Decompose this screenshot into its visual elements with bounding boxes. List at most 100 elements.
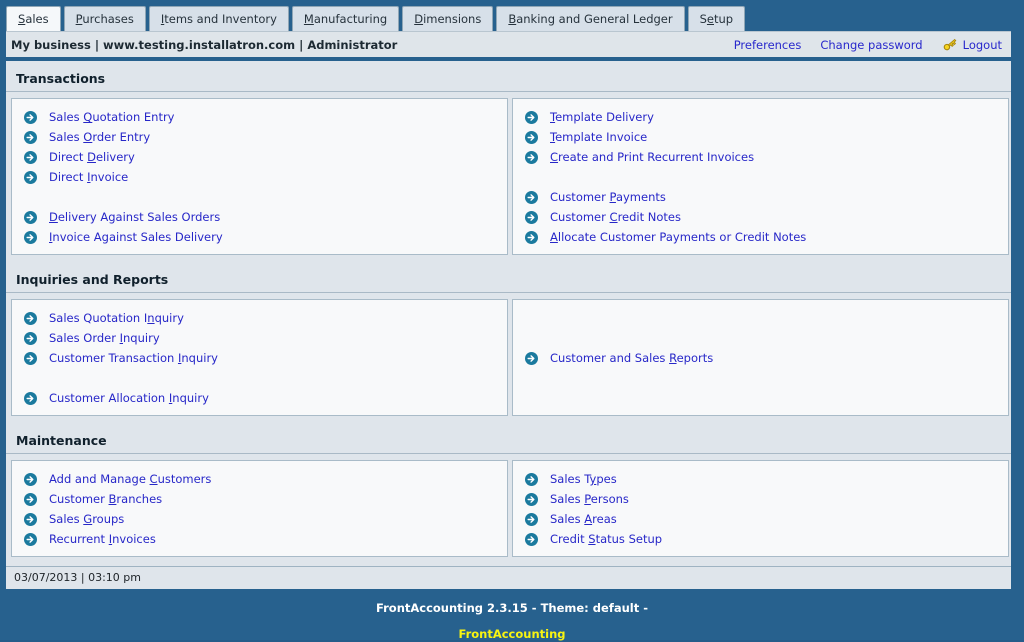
- customer-allocation-inquiry-link[interactable]: Customer Allocation Inquiry: [49, 391, 209, 405]
- change-password-label: Change password: [820, 38, 922, 52]
- arrow-icon: [525, 533, 538, 546]
- arrow-icon: [525, 151, 538, 164]
- arrow-icon: [525, 513, 538, 526]
- section-title: Transactions: [6, 63, 1011, 92]
- sales-areas-link[interactable]: Sales Areas: [550, 512, 617, 526]
- arrow-icon: [24, 493, 37, 506]
- arrow-icon: [24, 312, 37, 325]
- menu-panel: Template Delivery Template Invoice Create …: [512, 98, 1009, 255]
- arrow-icon: [525, 231, 538, 244]
- arrow-icon: [525, 493, 538, 506]
- preferences-link[interactable]: Preferences: [734, 38, 802, 52]
- arrow-icon: [24, 513, 37, 526]
- customer-payments-link[interactable]: Customer Payments: [550, 190, 666, 204]
- tab-manufacturing[interactable]: Manufacturing: [292, 6, 399, 31]
- menu-item-sales-types: Sales Types: [513, 469, 1008, 489]
- tab-items-and-inventory[interactable]: Items and Inventory: [149, 6, 289, 31]
- menu-item-credit-status-setup: Credit Status Setup: [513, 529, 1008, 549]
- sales-quotation-entry-link[interactable]: Sales Quotation Entry: [49, 110, 175, 124]
- customer-credit-notes-link[interactable]: Customer Credit Notes: [550, 210, 681, 224]
- arrow-icon: [24, 473, 37, 486]
- menu-item-sales-order-inquiry: Sales Order Inquiry: [12, 328, 507, 348]
- sales-quotation-inquiry-link[interactable]: Sales Quotation Inquiry: [49, 311, 184, 325]
- menu-item-customer-transaction-inquiry: Customer Transaction Inquiry: [12, 348, 507, 368]
- date-time-text: 03/07/2013 | 03:10 pm: [14, 571, 141, 584]
- allocate-customer-payments-or-credit-notes-link[interactable]: Allocate Customer Payments or Credit Not…: [550, 230, 806, 244]
- arrow-icon: [525, 191, 538, 204]
- arrow-icon: [24, 111, 37, 124]
- recurrent-invoices-link[interactable]: Recurrent Invoices: [49, 532, 156, 546]
- section-maintenance: Maintenance Add and Manage Customers Custo…: [6, 425, 1011, 566]
- tab-banking-and-general-ledger[interactable]: Banking and General Ledger: [496, 6, 684, 31]
- sales-order-inquiry-link[interactable]: Sales Order Inquiry: [49, 331, 160, 345]
- direct-delivery-link[interactable]: Direct Delivery: [49, 150, 135, 164]
- menu-item-customer-branches: Customer Branches: [12, 489, 507, 509]
- section-panels: Add and Manage Customers Customer Branche…: [6, 454, 1011, 566]
- section-title: Inquiries and Reports: [6, 264, 1011, 293]
- arrow-icon: [525, 131, 538, 144]
- menu-item-add-and-manage-customers: Add and Manage Customers: [12, 469, 507, 489]
- menu-item-sales-persons: Sales Persons: [513, 489, 1008, 509]
- tab-dimensions[interactable]: Dimensions: [402, 6, 493, 31]
- arrow-icon: [525, 111, 538, 124]
- menu-item-customer-payments: Customer Payments: [513, 187, 1008, 207]
- preferences-label: Preferences: [734, 38, 802, 52]
- customer-branches-link[interactable]: Customer Branches: [49, 492, 162, 506]
- customer-and-sales-reports-link[interactable]: Customer and Sales Reports: [550, 351, 713, 365]
- arrow-icon: [24, 392, 37, 405]
- menu-content: Transactions Sales Quotation Entry Sales O…: [6, 61, 1011, 566]
- frontaccounting-link[interactable]: FrontAccounting: [458, 627, 565, 641]
- sales-persons-link[interactable]: Sales Persons: [550, 492, 629, 506]
- arrow-icon: [24, 151, 37, 164]
- menu-spacer: [12, 187, 507, 207]
- tab-purchases[interactable]: Purchases: [64, 6, 146, 31]
- section-panels: Sales Quotation Entry Sales Order Entry Di…: [6, 92, 1011, 264]
- arrow-icon: [525, 352, 538, 365]
- menu-item-customer-credit-notes: Customer Credit Notes: [513, 207, 1008, 227]
- add-and-manage-customers-link[interactable]: Add and Manage Customers: [49, 472, 211, 486]
- arrow-icon: [24, 131, 37, 144]
- section-inquiries-and-reports: Inquiries and ReportsSales Quotation Inq…: [6, 264, 1011, 425]
- menu-item-template-invoice: Template Invoice: [513, 127, 1008, 147]
- menu-item-sales-order-entry: Sales Order Entry: [12, 127, 507, 147]
- arrow-icon: [24, 332, 37, 345]
- menu-item-recurrent-invoices: Recurrent Invoices: [12, 529, 507, 549]
- menu-item-template-delivery: Template Delivery: [513, 107, 1008, 127]
- logout-label: Logout: [963, 38, 1002, 52]
- key-icon: [942, 37, 958, 52]
- menu-panel: Customer and Sales Reports: [512, 299, 1009, 416]
- menu-spacer: [12, 368, 507, 388]
- sales-order-entry-link[interactable]: Sales Order Entry: [49, 130, 150, 144]
- section-title: Maintenance: [6, 425, 1011, 454]
- change-password-link[interactable]: Change password: [820, 38, 922, 52]
- header-bar: My business | www.testing.installatron.c…: [6, 31, 1011, 57]
- template-delivery-link[interactable]: Template Delivery: [550, 110, 654, 124]
- menu-item-create-and-print-recurrent-invoices: Create and Print Recurrent Invoices: [513, 147, 1008, 167]
- customer-transaction-inquiry-link[interactable]: Customer Transaction Inquiry: [49, 351, 218, 365]
- logout-link[interactable]: Logout: [942, 37, 1002, 52]
- section-panels: Sales Quotation Inquiry Sales Order Inqui…: [6, 293, 1011, 425]
- sales-groups-link[interactable]: Sales Groups: [49, 512, 124, 526]
- menu-item-sales-quotation-inquiry: Sales Quotation Inquiry: [12, 308, 507, 328]
- menu-item-sales-areas: Sales Areas: [513, 509, 1008, 529]
- tab-sales[interactable]: Sales: [6, 6, 61, 31]
- menu-panel: Sales Quotation Entry Sales Order Entry Di…: [11, 98, 508, 255]
- arrow-icon: [24, 171, 37, 184]
- menu-item-sales-quotation-entry: Sales Quotation Entry: [12, 107, 507, 127]
- tab-setup[interactable]: Setup: [688, 6, 746, 31]
- menu-spacer: [513, 167, 1008, 187]
- create-and-print-recurrent-invoices-link[interactable]: Create and Print Recurrent Invoices: [550, 150, 754, 164]
- page-footer: FrontAccounting 2.3.15 - Theme: default …: [0, 589, 1024, 642]
- sales-types-link[interactable]: Sales Types: [550, 472, 617, 486]
- direct-invoice-link[interactable]: Direct Invoice: [49, 170, 128, 184]
- credit-status-setup-link[interactable]: Credit Status Setup: [550, 532, 662, 546]
- menu-panel: Add and Manage Customers Customer Branche…: [11, 460, 508, 557]
- menu-item-direct-invoice: Direct Invoice: [12, 167, 507, 187]
- delivery-against-sales-orders-link[interactable]: Delivery Against Sales Orders: [49, 210, 220, 224]
- arrow-icon: [525, 211, 538, 224]
- template-invoice-link[interactable]: Template Invoice: [550, 130, 647, 144]
- arrow-icon: [24, 352, 37, 365]
- module-tab-bar: SalesPurchasesItems and InventoryManufac…: [0, 0, 1024, 31]
- arrow-icon: [24, 533, 37, 546]
- invoice-against-sales-delivery-link[interactable]: Invoice Against Sales Delivery: [49, 230, 223, 244]
